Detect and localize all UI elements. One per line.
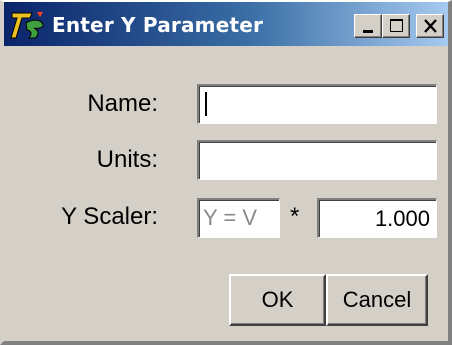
name-label: Name:: [87, 90, 158, 117]
window-title: Enter Y Parameter: [52, 13, 264, 37]
units-input[interactable]: [197, 140, 437, 180]
units-label: Units:: [96, 146, 158, 173]
minimize-button[interactable]: [354, 14, 382, 38]
app-logo-icon: [10, 12, 44, 39]
y-scaler-input[interactable]: [317, 198, 437, 238]
close-icon: [424, 19, 437, 33]
cancel-button[interactable]: Cancel: [326, 274, 428, 326]
dialog-window: Enter Y Parameter Name: Units: Y Scaler:…: [0, 0, 452, 345]
maximize-icon: [390, 19, 403, 32]
title-bar[interactable]: Enter Y Parameter: [4, 2, 448, 46]
maximize-button[interactable]: [382, 14, 410, 38]
y-scaler-label: Y Scaler:: [61, 203, 158, 230]
text-caret: [205, 92, 207, 116]
close-button[interactable]: [416, 14, 444, 38]
y-expression-field: Y = V: [197, 198, 280, 238]
name-input[interactable]: [197, 84, 437, 124]
ok-button[interactable]: OK: [229, 274, 326, 326]
minimize-icon: [363, 30, 373, 33]
multiply-symbol: *: [290, 203, 300, 230]
